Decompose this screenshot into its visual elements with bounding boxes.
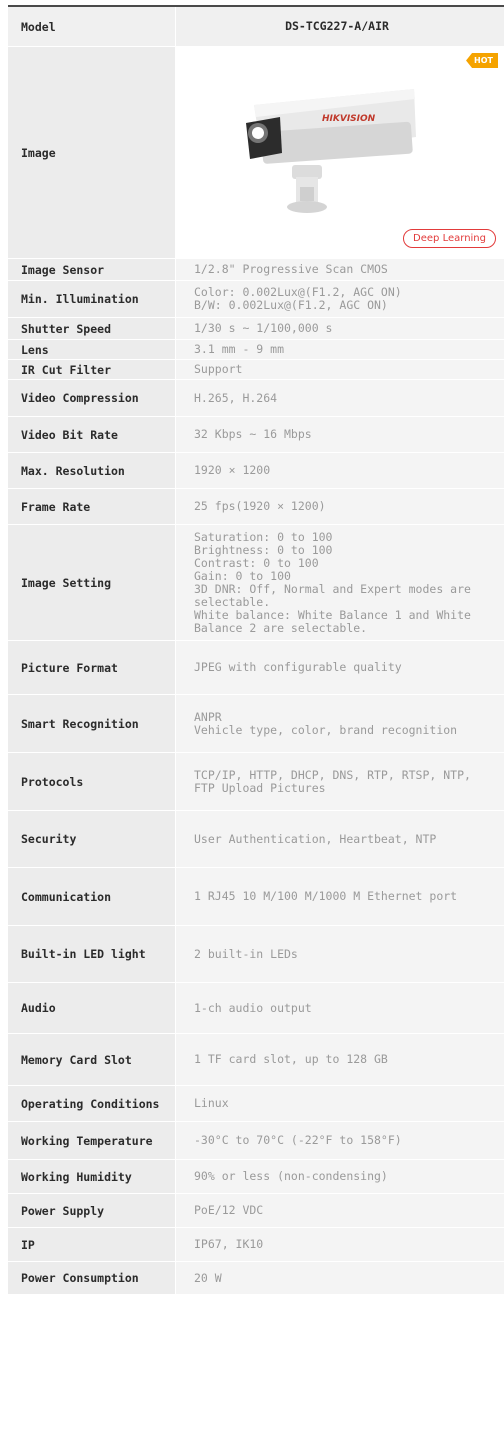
spec-label: Smart Recognition xyxy=(8,695,176,752)
spec-value: 1/2.8" Progressive Scan CMOS xyxy=(176,259,504,280)
spec-value: H.265, H.264 xyxy=(176,380,504,416)
spec-row: IR Cut Filter Support xyxy=(8,360,504,380)
spec-label: Communication xyxy=(8,868,176,925)
spec-row: Shutter Speed 1/30 s ~ 1/100,000 s xyxy=(8,318,504,340)
spec-label: Audio xyxy=(8,983,176,1033)
hot-badge: HOT xyxy=(466,53,498,68)
image-label: Image xyxy=(8,47,176,258)
spec-label: Operating Conditions xyxy=(8,1086,176,1121)
spec-label: Video Compression xyxy=(8,380,176,416)
spec-label: Video Bit Rate xyxy=(8,417,176,452)
spec-value: 1 TF card slot, up to 128 GB xyxy=(176,1034,504,1085)
image-row: Image HOT HIKVISION Deep Learning xyxy=(8,47,504,259)
spec-value: 1920 × 1200 xyxy=(176,453,504,488)
model-name: DS-TCG227-A/AIR xyxy=(176,7,504,46)
spec-label: Memory Card Slot xyxy=(8,1034,176,1085)
spec-value: -30°C to 70°C (-22°F to 158°F) xyxy=(176,1122,504,1159)
spec-label: Power Consumption xyxy=(8,1262,176,1294)
spec-value: 25 fps(1920 × 1200) xyxy=(176,489,504,524)
camera-brand-text: HIKVISION xyxy=(322,114,376,124)
spec-row: Security User Authentication, Heartbeat, … xyxy=(8,811,504,868)
spec-label: Security xyxy=(8,811,176,867)
spec-label: Picture Format xyxy=(8,641,176,694)
spec-label: Protocols xyxy=(8,753,176,810)
spec-label: IR Cut Filter xyxy=(8,360,176,379)
spec-value: 2 built-in LEDs xyxy=(176,926,504,982)
spec-label: Working Temperature xyxy=(8,1122,176,1159)
spec-row: Min. Illumination Color: 0.002Lux@(F1.2, … xyxy=(8,281,504,318)
spec-row: Image Setting Saturation: 0 to 100 Bright… xyxy=(8,525,504,641)
spec-value: JPEG with configurable quality xyxy=(176,641,504,694)
spec-table: Model DS-TCG227-A/AIR Image HOT HIKVISIO… xyxy=(8,7,504,1295)
spec-row: Picture Format JPEG with configurable qua… xyxy=(8,641,504,695)
spec-value: 1/30 s ~ 1/100,000 s xyxy=(176,318,504,339)
spec-rows: Image Sensor 1/2.8" Progressive Scan CMOS… xyxy=(8,259,504,1295)
spec-value: 20 W xyxy=(176,1262,504,1294)
spec-row: Video Bit Rate 32 Kbps ~ 16 Mbps xyxy=(8,417,504,453)
spec-value: 90% or less (non-condensing) xyxy=(176,1160,504,1193)
spec-row: Lens 3.1 mm - 9 mm xyxy=(8,340,504,360)
spec-row: Power Supply PoE/12 VDC xyxy=(8,1194,504,1228)
spec-label: Min. Illumination xyxy=(8,281,176,317)
spec-value: Linux xyxy=(176,1086,504,1121)
spec-row: Protocols TCP/IP, HTTP, DHCP, DNS, RTP, R… xyxy=(8,753,504,811)
spec-value: TCP/IP, HTTP, DHCP, DNS, RTP, RTSP, NTP,… xyxy=(176,753,504,810)
deep-learning-badge: Deep Learning xyxy=(403,229,496,248)
spec-value: 1 RJ45 10 M/100 M/1000 M Ethernet port xyxy=(176,868,504,925)
spec-value: User Authentication, Heartbeat, NTP xyxy=(176,811,504,867)
spec-label: Power Supply xyxy=(8,1194,176,1227)
spec-row: Power Consumption 20 W xyxy=(8,1262,504,1295)
spec-label: IP xyxy=(8,1228,176,1261)
image-cell: HOT HIKVISION Deep Learning xyxy=(176,47,504,258)
spec-value: Support xyxy=(176,360,504,379)
camera-image: HIKVISION xyxy=(246,89,416,213)
header-label: Model xyxy=(8,7,176,46)
spec-label: Frame Rate xyxy=(8,489,176,524)
spec-label: Image Sensor xyxy=(8,259,176,280)
spec-label: Lens xyxy=(8,340,176,359)
spec-row: Memory Card Slot 1 TF card slot, up to 12… xyxy=(8,1034,504,1086)
spec-value: PoE/12 VDC xyxy=(176,1194,504,1227)
spec-label: Working Humidity xyxy=(8,1160,176,1193)
spec-row: Built-in LED light 2 built-in LEDs xyxy=(8,926,504,983)
spec-value: ANPR Vehicle type, color, brand recognit… xyxy=(176,695,504,752)
spec-label: Max. Resolution xyxy=(8,453,176,488)
spec-value: IP67, IK10 xyxy=(176,1228,504,1261)
spec-value: Color: 0.002Lux@(F1.2, AGC ON) B/W: 0.00… xyxy=(176,281,504,317)
spec-row: Smart Recognition ANPR Vehicle type, colo… xyxy=(8,695,504,753)
spec-row: Image Sensor 1/2.8" Progressive Scan CMOS xyxy=(8,259,504,281)
spec-row: Operating Conditions Linux xyxy=(8,1086,504,1122)
spec-row: Working Temperature -30°C to 70°C (-22°F … xyxy=(8,1122,504,1160)
spec-value: 1-ch audio output xyxy=(176,983,504,1033)
spec-row: Max. Resolution 1920 × 1200 xyxy=(8,453,504,489)
spec-row: IP IP67, IK10 xyxy=(8,1228,504,1262)
spec-value: Saturation: 0 to 100 Brightness: 0 to 10… xyxy=(176,525,504,640)
spec-value: 32 Kbps ~ 16 Mbps xyxy=(176,417,504,452)
spec-label: Built-in LED light xyxy=(8,926,176,982)
spec-row: Frame Rate 25 fps(1920 × 1200) xyxy=(8,489,504,525)
spec-row: Audio 1-ch audio output xyxy=(8,983,504,1034)
spec-value: 3.1 mm - 9 mm xyxy=(176,340,504,359)
spec-row: Working Humidity 90% or less (non-condens… xyxy=(8,1160,504,1194)
spec-label: Shutter Speed xyxy=(8,318,176,339)
table-header-row: Model DS-TCG227-A/AIR xyxy=(8,7,504,47)
spec-label: Image Setting xyxy=(8,525,176,640)
spec-row: Video Compression H.265, H.264 xyxy=(8,380,504,417)
spec-row: Communication 1 RJ45 10 M/100 M/1000 M Et… xyxy=(8,868,504,926)
